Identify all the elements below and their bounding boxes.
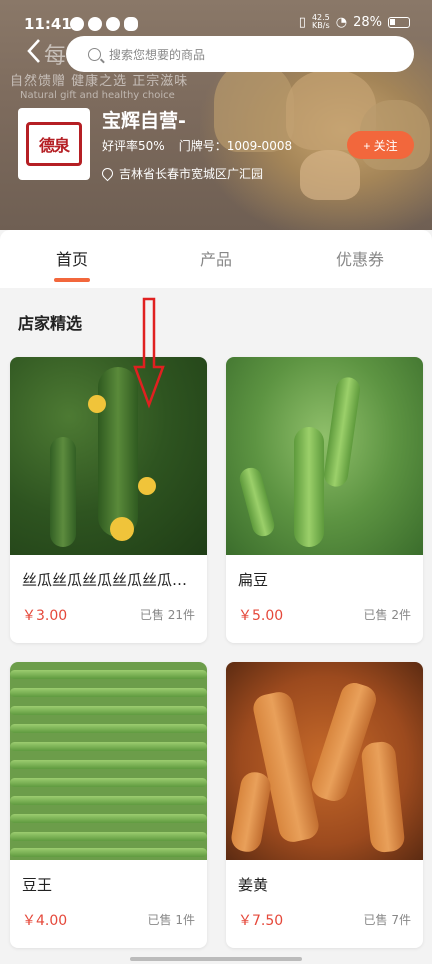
chevron-left-icon [27,39,40,63]
product-name: 丝瓜丝瓜丝瓜丝瓜丝瓜丝瓜丝瓜 [22,571,197,589]
product-image [226,357,423,555]
shop-logo-seal: 德泉 [26,122,82,166]
follow-button[interactable]: + 关注 [347,131,414,159]
home-indicator[interactable] [130,957,302,961]
product-image [10,357,207,555]
battery-percent: 28% [353,14,382,30]
product-card[interactable]: 姜黄 ￥7.50 已售 7件 [226,662,423,948]
shop-name: 宝辉自营- [102,110,186,132]
tab-home[interactable]: 首页 [0,230,144,288]
product-name: 姜黄 [238,876,269,894]
product-sold-count: 已售 2件 [363,608,411,622]
product-name: 扁豆 [238,571,269,589]
product-price: ￥3.00 [22,608,68,624]
product-price: ￥7.50 [238,913,284,929]
vibrate-icon: ▯ [298,14,306,30]
shop-tabs: 首页 产品 优惠券 [0,230,432,288]
product-card[interactable]: 豆王 ￥4.00 已售 1件 [10,662,207,948]
product-image [10,662,207,860]
shop-meta: 好评率50% 门牌号：1009-0008 [102,137,292,154]
product-sold-count: 已售 1件 [147,913,195,927]
back-button[interactable] [26,38,54,70]
tab-coupons[interactable]: 优惠券 [288,230,432,288]
product-price: ￥5.00 [238,608,284,624]
search-placeholder: 搜索您想要的商品 [109,47,206,62]
banner-slogan: 自然馈赠 健康之选 正宗滋味 [10,74,189,89]
wechat-icon [124,17,138,31]
banner-slogan-en: Natural gift and healthy choice [20,90,175,101]
search-icon [88,47,101,61]
product-price: ￥4.00 [22,913,68,929]
shop-rating: 好评率50% [102,139,165,153]
tab-products[interactable]: 产品 [144,230,288,288]
shop-logo[interactable]: 德泉 [18,108,90,180]
network-speed: 42.5 KB/s [311,13,330,30]
search-input[interactable]: 搜索您想要的商品 [66,36,414,72]
product-image [226,662,423,860]
notification-icon [88,17,102,31]
shop-address: 吉林省长春市宽城区广汇园 [119,167,264,181]
status-bar: 11:41 ▯ 42.5 KB/s ◔ 28% [0,0,432,38]
section-title: 店家精选 [18,314,83,333]
product-card[interactable]: 扁豆 ￥5.00 已售 2件 [226,357,423,643]
product-sold-count: 已售 7件 [363,913,411,927]
location-pin-icon [99,165,116,182]
product-card[interactable]: 丝瓜丝瓜丝瓜丝瓜丝瓜丝瓜丝瓜 ￥3.00 已售 21件 [10,357,207,643]
shop-door-number: 门牌号：1009-0008 [178,139,293,153]
shop-location: 吉林省长春市宽城区广汇园 [99,165,264,182]
battery-icon [388,16,410,28]
notification-icon [106,17,120,31]
wifi-icon: ◔ [335,14,348,30]
annotation-arrow-icon [133,297,165,409]
product-name: 豆王 [22,876,53,894]
notification-icon [70,17,84,31]
status-time: 11:41 [24,15,72,33]
product-sold-count: 已售 21件 [139,608,195,622]
